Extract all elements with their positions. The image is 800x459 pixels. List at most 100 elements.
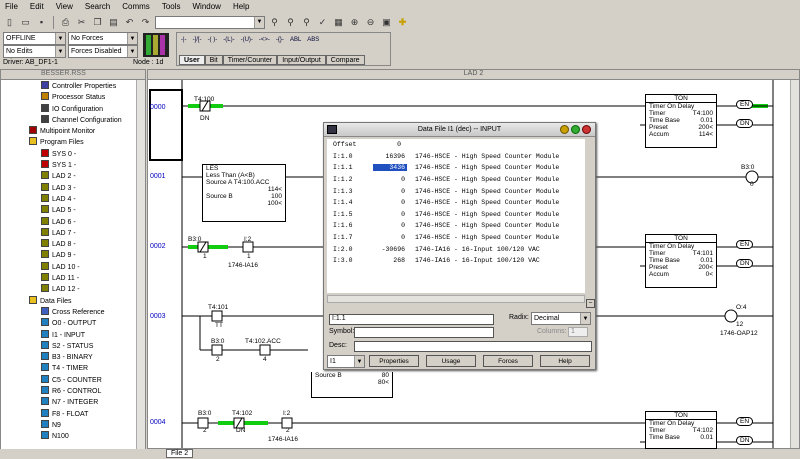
forces-state-combo[interactable]: Forces Disabled ▼: [68, 45, 138, 58]
instruction-icon[interactable]: ABS: [307, 37, 319, 43]
timebase-value[interactable]: 0.01: [700, 117, 713, 124]
desc-field[interactable]: [354, 341, 592, 352]
address-field[interactable]: I:1.1: [329, 314, 494, 325]
preset-value[interactable]: 200<: [698, 264, 713, 271]
accum-value[interactable]: 0<: [706, 271, 713, 278]
timebase-value[interactable]: 0.01: [700, 434, 713, 441]
tree-item[interactable]: IO Configuration: [1, 103, 145, 115]
menu-help[interactable]: Help: [233, 2, 249, 11]
tree-item[interactable]: B3 - BINARY: [1, 352, 145, 363]
tree-item[interactable]: LAD 5 -: [1, 205, 145, 216]
zoom-in-icon[interactable]: ⊕: [348, 16, 361, 29]
row-value[interactable]: 0: [373, 199, 407, 206]
coil-address[interactable]: B3:0: [741, 164, 754, 171]
tree-item[interactable]: LAD 8 -: [1, 239, 145, 250]
tree-item[interactable]: T4 - TIMER: [1, 363, 145, 374]
contact-address[interactable]: T4:101: [208, 304, 228, 311]
redo-icon[interactable]: ↷: [139, 16, 152, 29]
compare-block[interactable]: Source B 80 80<: [311, 372, 393, 398]
verify-icon[interactable]: ✓: [316, 16, 329, 29]
ton-block[interactable]: TON Timer On Delay Timer T4:100 Time Base…: [645, 94, 717, 148]
properties-icon[interactable]: ▦: [332, 16, 345, 29]
radix-select[interactable]: Decimal ▼: [531, 312, 591, 325]
menu-search[interactable]: Search: [85, 2, 110, 11]
forces-combo[interactable]: No Forces ▼: [68, 32, 138, 45]
timebase-value[interactable]: 0.01: [700, 257, 713, 264]
timer-value[interactable]: T4:101: [693, 250, 713, 257]
tree-item[interactable]: LAD 10 -: [1, 261, 145, 273]
table-row[interactable]: I:1.3 0 1746-HSCE - High Speed Counter Mod…: [327, 185, 585, 197]
instruction-icon[interactable]: -(L)-: [223, 37, 234, 43]
tree-scrollbar[interactable]: [136, 80, 145, 458]
row-value[interactable]: 3436: [373, 164, 407, 172]
undo-icon[interactable]: ↶: [123, 16, 136, 29]
ton-block[interactable]: TON Timer On Delay Timer T4:102 Time Base…: [645, 411, 717, 449]
tree-item[interactable]: LAD 11 -: [1, 273, 145, 284]
find-next-icon[interactable]: ⚲: [284, 16, 297, 29]
table-row[interactable]: I:1.0 16396 1746-HSCE - High Speed Counter…: [327, 151, 585, 163]
tree-item[interactable]: LAD 2 -: [1, 171, 145, 182]
contact-address[interactable]: T4:100: [194, 96, 214, 103]
instruction-icon[interactable]: -{}-: [276, 37, 284, 43]
preset-value[interactable]: 200<: [698, 124, 713, 131]
timer-value[interactable]: T4:102: [693, 427, 713, 434]
table-row[interactable]: I:1.5 0 1746-HSCE - High Speed Counter Mod…: [327, 209, 585, 221]
tab-input-output[interactable]: Input/Output: [277, 55, 326, 65]
tree-item[interactable]: Channel Configuration: [1, 114, 145, 126]
menu-file[interactable]: File: [5, 2, 18, 11]
table-row[interactable]: I:3.0 268 1746-IA16 - 16-Input 100/120 VAC: [327, 255, 585, 267]
close-icon[interactable]: [582, 125, 591, 134]
mode-combo[interactable]: OFFLINE ▼: [3, 32, 66, 45]
paste-icon[interactable]: ▤: [107, 16, 120, 29]
data-hscroll[interactable]: [327, 295, 585, 303]
timer-value[interactable]: T4:100: [693, 110, 713, 117]
columns-field[interactable]: 1: [568, 327, 588, 337]
symbol-field[interactable]: [354, 327, 494, 338]
tree-item[interactable]: Processor Status: [1, 92, 145, 103]
tree-item[interactable]: R6 - CONTROL: [1, 386, 145, 397]
file-tab[interactable]: File 2: [166, 449, 194, 458]
tree-item[interactable]: LAD 9 -: [1, 250, 145, 261]
ladder-scrollbar[interactable]: [790, 80, 799, 448]
row-value[interactable]: 16396: [373, 153, 407, 160]
instruction-icon[interactable]: -|-: [181, 37, 187, 43]
tree-item[interactable]: LAD 6 -: [1, 216, 145, 228]
contact-address[interactable]: B3:0: [198, 410, 211, 417]
contact-address[interactable]: I:2: [283, 410, 290, 417]
edits-combo[interactable]: No Edits ▼: [3, 45, 66, 58]
maximize-icon[interactable]: [571, 125, 580, 134]
cut-icon[interactable]: ✂: [75, 16, 88, 29]
rung-number[interactable]: 0002: [150, 243, 166, 250]
window-icon[interactable]: ▣: [380, 16, 393, 29]
coil-address[interactable]: O:4: [736, 304, 746, 311]
row-value[interactable]: 0: [373, 176, 407, 183]
instruction-icon[interactable]: ABL: [290, 37, 301, 43]
tab-bit[interactable]: Bit: [204, 55, 223, 65]
ton-block[interactable]: TON Timer On Delay Timer T4:101 Time Base…: [645, 234, 717, 288]
tree-item[interactable]: LAD 7 -: [1, 227, 145, 239]
tree-item[interactable]: SYS 1 -: [1, 160, 145, 171]
minimize-icon[interactable]: [560, 125, 569, 134]
usage-button[interactable]: Usage: [426, 355, 476, 367]
tree-item[interactable]: F8 - FLOAT: [1, 408, 145, 420]
row-value[interactable]: -30696: [373, 246, 407, 253]
tree-item[interactable]: LAD 12 -: [1, 284, 145, 295]
print-icon[interactable]: ⎙: [59, 16, 72, 29]
tree-item[interactable]: C5 - COUNTER: [1, 374, 145, 386]
collapse-button[interactable]: −: [586, 299, 595, 308]
row-value[interactable]: 0: [373, 222, 407, 229]
rung-number[interactable]: 0000: [150, 104, 166, 111]
menu-edit[interactable]: Edit: [30, 2, 44, 11]
copy-icon[interactable]: ❐: [91, 16, 104, 29]
rung-0-cursor[interactable]: [149, 89, 183, 161]
row-value[interactable]: 0: [373, 234, 407, 241]
tree-item[interactable]: N9: [1, 419, 145, 431]
menu-window[interactable]: Window: [193, 2, 221, 11]
menu-comms[interactable]: Comms: [122, 2, 150, 11]
row-value[interactable]: 0: [373, 188, 407, 195]
tree-item[interactable]: N100: [1, 431, 145, 442]
tree-item[interactable]: S2 - STATUS: [1, 340, 145, 352]
save-icon[interactable]: ▪: [35, 16, 48, 29]
search-combo[interactable]: ▼: [155, 15, 265, 29]
les-block[interactable]: LES Less Than (A<B) Source A T4:100.ACC …: [202, 164, 286, 222]
